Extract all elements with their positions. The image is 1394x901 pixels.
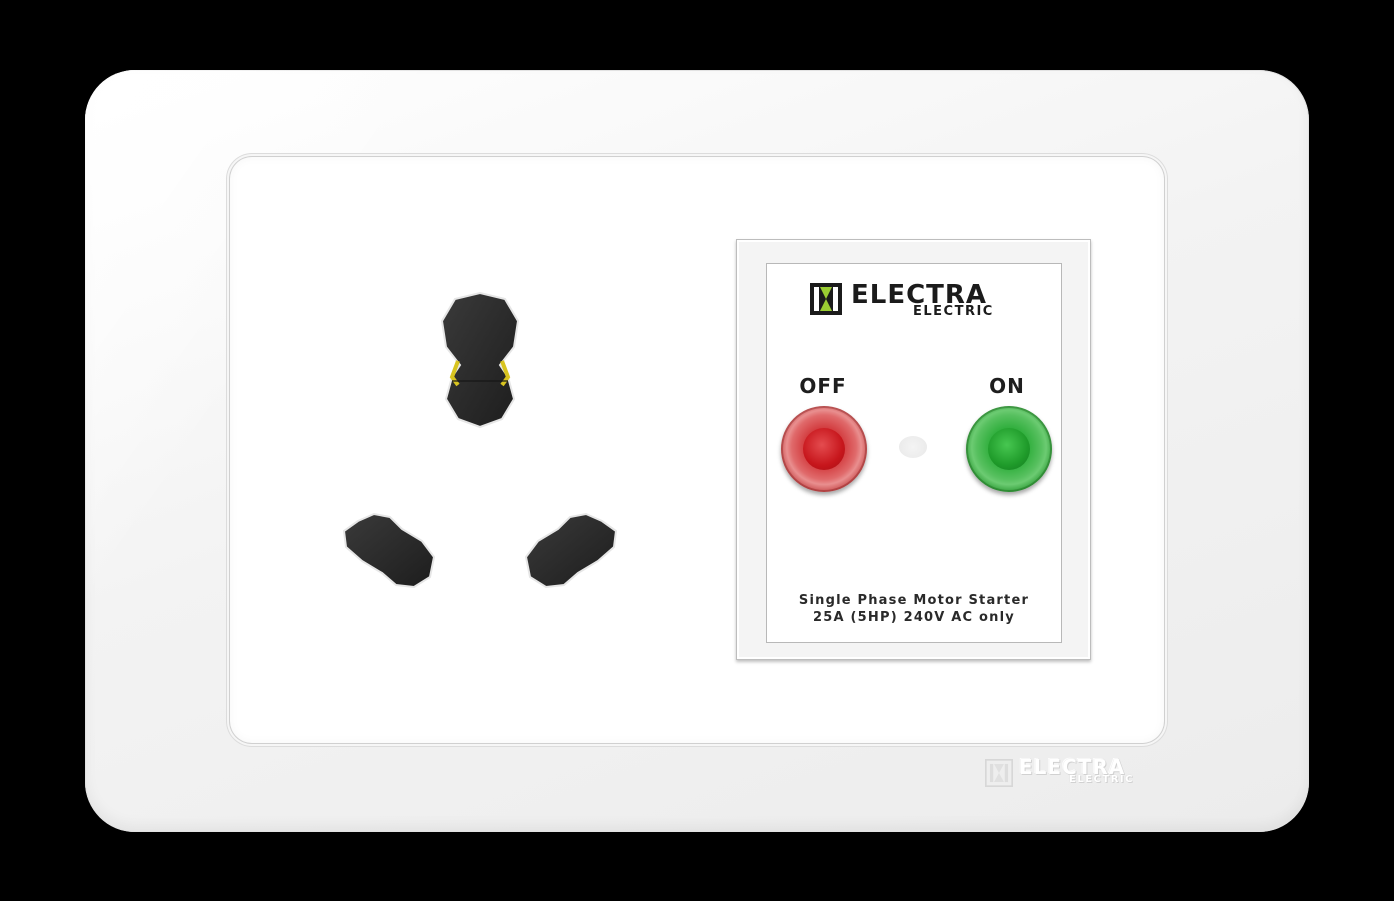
- indicator-lamp: [899, 436, 927, 458]
- brand-subtitle: ELECTRIC: [913, 304, 994, 319]
- rating-text-line1: Single Phase Motor Starter: [798, 593, 1030, 608]
- plate-watermark: ELECTRA ELECTRIC: [985, 755, 1155, 791]
- motor-starter-module: ELECTRA ELECTRIC OFF ON Single Phase Mot…: [736, 239, 1091, 660]
- starter-label-plate: ELECTRA ELECTRIC OFF ON Single Phase Mot…: [766, 263, 1062, 643]
- rating-text-line2: 25A (5HP) 240V AC only: [813, 610, 1015, 625]
- brand-logo: ELECTRA ELECTRIC: [809, 280, 1039, 322]
- electra-logo-icon: [810, 283, 842, 315]
- on-label: ON: [989, 374, 1025, 398]
- off-label: OFF: [799, 374, 847, 398]
- watermark-logo-icon: [985, 759, 1013, 787]
- on-button[interactable]: [966, 406, 1052, 492]
- on-button-cap: [988, 428, 1030, 470]
- watermark-subtitle: ELECTRIC: [1069, 774, 1134, 785]
- earth-pin-hole: [440, 291, 520, 429]
- three-pin-socket: [342, 291, 618, 589]
- neutral-pin-hole: [524, 512, 618, 589]
- live-pin-hole: [342, 512, 436, 589]
- off-button[interactable]: [781, 406, 867, 492]
- product-image: ELECTRA ELECTRIC OFF ON Single Phase Mot…: [0, 0, 1394, 901]
- off-button-cap: [803, 428, 845, 470]
